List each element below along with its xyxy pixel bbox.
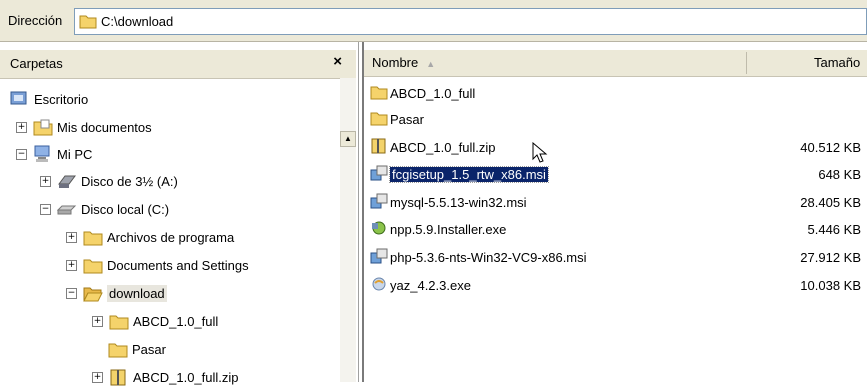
folder-icon — [108, 340, 128, 358]
address-bar: Dirección C:\download — [0, 0, 867, 42]
column-name-header[interactable]: Nombre ▲ — [372, 55, 435, 70]
tree-item-abcd-zip[interactable]: + ABCD_1.0_full.zip — [92, 366, 239, 388]
installer-icon — [370, 220, 388, 238]
address-label: Dirección — [8, 13, 63, 28]
tree-item-mis-documentos[interactable]: + Mis documentos — [16, 116, 152, 138]
expand-icon[interactable]: + — [66, 231, 77, 243]
tree-item-archivos-de-programa[interactable]: + Archivos de programa — [66, 226, 234, 248]
column-divider[interactable] — [746, 52, 747, 74]
file-row[interactable]: php-5.3.6-nts-Win32-VC9-x86.msi 27.912 K… — [370, 246, 865, 268]
address-path: C:\download — [101, 14, 174, 29]
collapse-icon[interactable]: − — [16, 148, 27, 160]
msi-icon — [370, 193, 388, 211]
tree-item-disco-c[interactable]: − Disco local (C:) — [40, 198, 169, 220]
folder-icon — [83, 256, 103, 274]
file-row[interactable]: npp.5.9.Installer.exe 5.446 KB — [370, 218, 865, 240]
vertical-scrollbar[interactable]: ▲ — [340, 78, 356, 382]
tree-item-download[interactable]: − download — [66, 282, 167, 304]
folders-pane-title: Carpetas — [10, 56, 63, 71]
tree-item-mi-pc[interactable]: − Mi PC — [16, 143, 92, 165]
expand-icon[interactable]: + — [92, 315, 103, 327]
desktop-icon — [10, 90, 30, 108]
column-header: Nombre ▲ Tamaño — [364, 50, 867, 77]
collapse-icon[interactable]: − — [66, 287, 77, 299]
mouse-pointer-icon — [532, 141, 548, 167]
folder-icon — [33, 118, 53, 136]
folders-pane-header: Carpetas × — [0, 50, 356, 79]
tree-item-escritorio[interactable]: Escritorio — [10, 88, 88, 110]
msi-icon — [370, 165, 388, 183]
file-row[interactable]: ABCD_1.0_full.zip 40.512 KB — [370, 136, 865, 158]
close-icon[interactable]: × — [333, 53, 342, 70]
exe-icon — [370, 276, 388, 294]
tree-item-documents-and-settings[interactable]: + Documents and Settings — [66, 254, 249, 276]
computer-icon — [33, 145, 53, 163]
folder-icon — [370, 84, 388, 102]
expand-icon[interactable]: + — [16, 121, 27, 133]
tree-item-disco-a[interactable]: + Disco de 3½ (A:) — [40, 170, 178, 192]
file-row[interactable]: ABCD_1.0_full — [370, 82, 865, 104]
folder-icon — [83, 228, 103, 246]
floppy-icon — [57, 172, 77, 190]
folder-open-icon — [83, 284, 103, 302]
file-row[interactable]: fcgisetup_1.5_rtw_x86.msi 648 KB — [370, 163, 865, 185]
sort-ascending-icon: ▲ — [426, 59, 436, 69]
zip-icon — [109, 368, 129, 386]
scroll-up-arrow-icon[interactable]: ▲ — [340, 131, 356, 147]
address-input[interactable]: C:\download — [74, 8, 867, 35]
msi-icon — [370, 248, 388, 266]
expand-icon[interactable]: + — [66, 259, 77, 271]
zip-icon — [370, 138, 388, 156]
column-size-header[interactable]: Tamaño — [814, 55, 860, 70]
tree-item-abcd-full[interactable]: + ABCD_1.0_full — [92, 310, 218, 332]
expand-icon[interactable]: + — [40, 175, 51, 187]
file-row[interactable]: yaz_4.2.3.exe 10.038 KB — [370, 274, 865, 296]
file-row[interactable]: mysql-5.5.13-win32.msi 28.405 KB — [370, 191, 865, 213]
drive-icon — [56, 200, 77, 218]
folder-icon — [79, 13, 97, 32]
collapse-icon[interactable]: − — [40, 203, 51, 215]
file-row[interactable]: Pasar — [370, 108, 865, 130]
file-list-pane: Nombre ▲ Tamaño ABCD_1.0_full Pasar ABCD_… — [362, 42, 867, 382]
folder-icon — [109, 312, 129, 330]
tree-item-pasar[interactable]: Pasar — [108, 338, 166, 360]
expand-icon[interactable]: + — [92, 371, 103, 383]
folders-pane: Carpetas × Escritorio + Mis documentos −… — [0, 42, 359, 386]
folder-icon — [370, 110, 388, 128]
